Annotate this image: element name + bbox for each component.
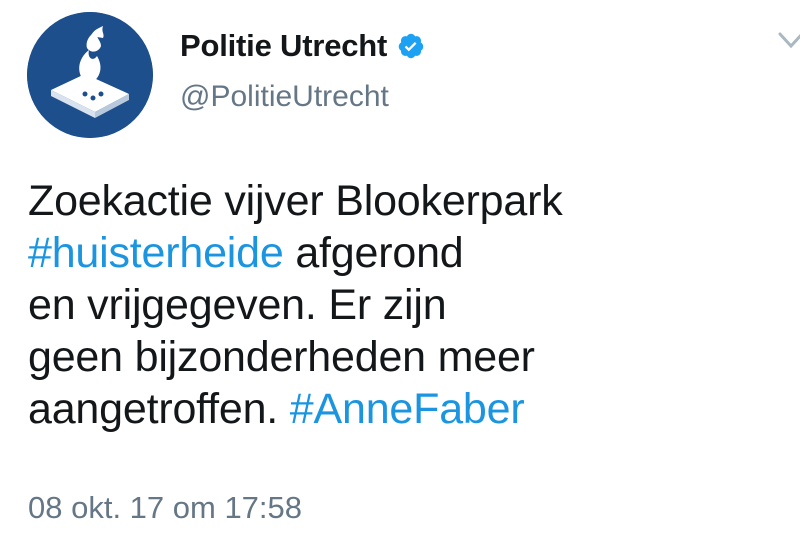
tweet-text-segment: geen bijzonderheden meer bbox=[28, 333, 535, 381]
tweet-text-line: aangetroffen. #AnneFaber bbox=[28, 383, 768, 435]
tweet-text-line: geen bijzonderheden meer bbox=[28, 331, 768, 383]
tweet-text: Zoekactie vijver Blookerpark #huisterhei… bbox=[28, 175, 768, 435]
tweet-text-line: Zoekactie vijver Blookerpark bbox=[28, 175, 768, 227]
tweet-text-line: #huisterheide afgerond bbox=[28, 227, 768, 279]
avatar[interactable] bbox=[27, 12, 153, 138]
hashtag-link[interactable]: #huisterheide bbox=[28, 229, 284, 277]
chevron-down-icon[interactable] bbox=[776, 28, 800, 58]
tweet-card[interactable]: Politie Utrecht @PolitieUtrecht Zoekacti… bbox=[0, 0, 800, 534]
verified-badge-icon bbox=[398, 33, 424, 59]
tweet-text-segment: aangetroffen. bbox=[28, 385, 290, 433]
tweet-text-segment: afgerond bbox=[283, 229, 464, 277]
tweet-text-line: en vrijgegeven. Er zijn bbox=[28, 279, 768, 331]
tweet-text-segment: en vrijgegeven. Er zijn bbox=[28, 281, 447, 329]
police-logo-icon bbox=[27, 12, 153, 138]
hashtag-link[interactable]: #AnneFaber bbox=[290, 385, 525, 433]
author-name-row[interactable]: Politie Utrecht bbox=[180, 28, 425, 64]
tweet-text-segment: Zoekactie vijver Blookerpark bbox=[28, 177, 563, 225]
tweet-timestamp[interactable]: 08 okt. 17 om 17:58 bbox=[28, 490, 302, 526]
author-handle[interactable]: @PolitieUtrecht bbox=[180, 80, 389, 114]
author-display-name[interactable]: Politie Utrecht bbox=[180, 28, 387, 64]
